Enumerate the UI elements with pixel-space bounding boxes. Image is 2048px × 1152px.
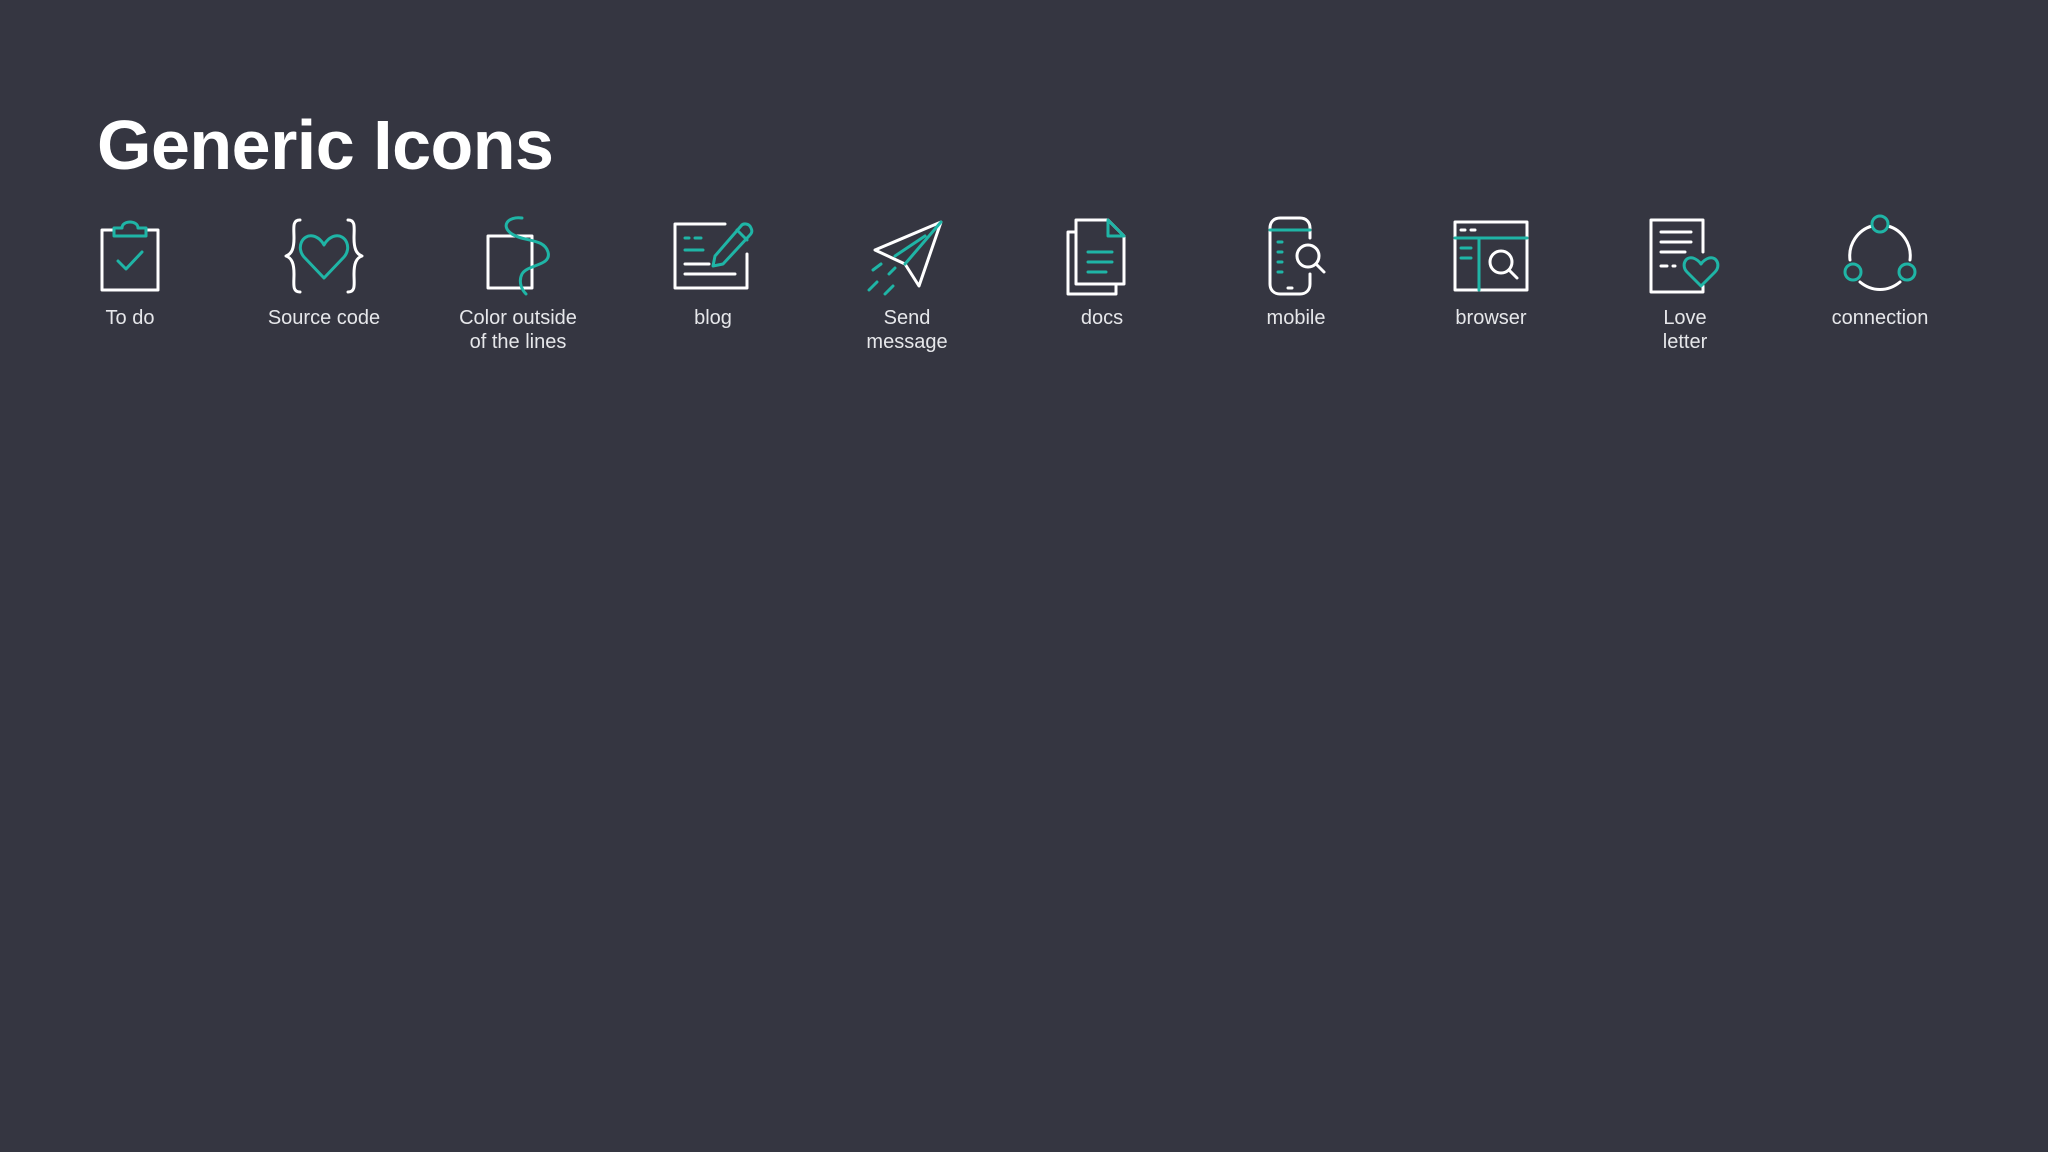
icon-label: blog bbox=[694, 307, 732, 329]
icon-tile-connection: connection bbox=[1790, 214, 1970, 330]
code-heart-icon bbox=[284, 218, 364, 294]
icon-label: docs bbox=[1080, 307, 1124, 329]
scribble-square-icon bbox=[486, 216, 550, 296]
icon-label: Love letter bbox=[1662, 307, 1708, 353]
documents-icon bbox=[1066, 218, 1126, 296]
icon-label: browser bbox=[1455, 307, 1527, 329]
icon-tile-love-letter: Love letter bbox=[1595, 216, 1775, 354]
icon-label: mobile bbox=[1266, 307, 1326, 329]
mobile-search-icon bbox=[1268, 216, 1326, 296]
icon-tile-to-do: To do bbox=[40, 216, 220, 330]
icon-tile-send-message: Send message bbox=[817, 216, 997, 354]
icon-grid: To do Source code Color outside of the li… bbox=[0, 0, 2048, 400]
icon-tile-color-outside: Color outside of the lines bbox=[428, 216, 608, 354]
clipboard-check-icon bbox=[100, 220, 160, 292]
browser-search-icon bbox=[1453, 220, 1529, 292]
icon-tile-mobile: mobile bbox=[1206, 216, 1386, 330]
icon-tile-source-code: Source code bbox=[234, 216, 414, 330]
connection-icon bbox=[1843, 214, 1917, 291]
icon-label: Source code bbox=[267, 307, 381, 329]
icon-label: connection bbox=[1831, 307, 1929, 329]
love-letter-icon bbox=[1649, 218, 1720, 294]
icon-tile-blog: blog bbox=[623, 216, 803, 330]
icon-tile-docs: docs bbox=[1012, 216, 1192, 330]
blog-pencil-icon bbox=[673, 222, 754, 290]
icon-label: Color outside of the lines bbox=[459, 307, 577, 353]
icon-label: Send message bbox=[866, 307, 948, 353]
paper-plane-icon bbox=[867, 220, 943, 296]
icon-tile-browser: browser bbox=[1401, 216, 1581, 330]
icon-label: To do bbox=[105, 307, 155, 329]
